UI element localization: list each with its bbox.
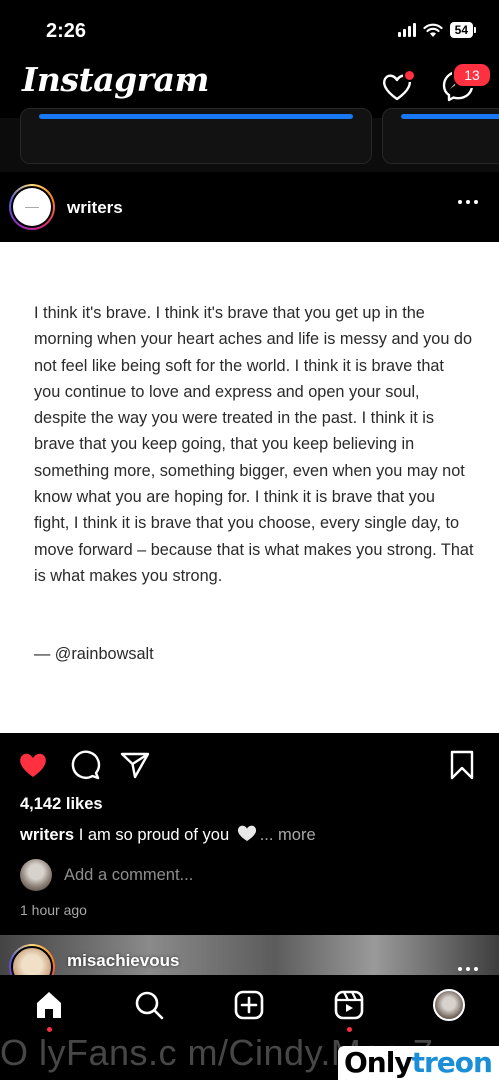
post-actions (0, 733, 499, 793)
create-icon[interactable] (233, 989, 265, 1021)
watermark-logo-accent: treon (411, 1046, 493, 1079)
add-comment-row[interactable]: Add a comment... (20, 858, 193, 892)
reels-icon[interactable] (333, 989, 365, 1021)
caption-username[interactable]: writers (20, 826, 74, 844)
caption-text: I am so proud of you (78, 826, 230, 844)
bookmark-icon[interactable] (446, 749, 478, 781)
heart-filled-icon[interactable] (17, 749, 49, 781)
next-post-header: misachievous (0, 935, 499, 975)
instagram-logo[interactable]: Instagram (22, 60, 209, 99)
suggestion-card[interactable] (382, 108, 499, 164)
follow-button[interactable] (401, 114, 499, 119)
suggestions-strip (0, 108, 499, 172)
watermark-logo-main: Only (344, 1046, 413, 1079)
post-username[interactable]: writers (67, 198, 123, 218)
home-icon[interactable] (33, 989, 65, 1021)
wifi-icon (423, 23, 443, 37)
post-header: writers (0, 172, 499, 242)
battery-indicator: 54 (449, 22, 477, 38)
next-post-username[interactable]: misachievous (67, 951, 179, 971)
white-heart-emoji-icon (237, 825, 256, 841)
add-comment-input[interactable]: Add a comment... (64, 866, 193, 885)
comment-icon[interactable] (69, 749, 101, 781)
watermark-logo: Onlytreon (338, 1046, 499, 1080)
suggestion-card[interactable] (20, 108, 372, 164)
likes-count[interactable]: 4,142 likes (20, 795, 103, 814)
status-time: 2:26 (46, 20, 87, 42)
next-post-avatar[interactable] (9, 944, 55, 975)
quote-author: — @rainbowsalt (34, 645, 154, 663)
share-icon[interactable] (119, 749, 151, 781)
messages-badge: 13 (452, 62, 492, 88)
search-icon[interactable] (133, 989, 165, 1021)
post-avatar[interactable] (9, 184, 55, 230)
chevron-down-icon[interactable] (182, 78, 196, 88)
more-options-icon[interactable] (458, 200, 478, 204)
post-timestamp: 1 hour ago (20, 902, 87, 918)
cellular-signal-icon (397, 23, 416, 37)
follow-button[interactable] (39, 114, 353, 119)
user-avatar (20, 859, 52, 891)
status-bar: 2:26 54 (0, 0, 499, 56)
caption-more-link[interactable]: ... more (260, 826, 316, 844)
status-indicators: 54 (397, 22, 477, 38)
notification-dot (403, 69, 416, 82)
profile-avatar[interactable] (433, 989, 465, 1021)
post-caption: writers I am so proud of you ... more (20, 824, 316, 845)
post-image[interactable]: I think it's brave. I think it's brave t… (0, 242, 499, 733)
quote-text: I think it's brave. I think it's brave t… (34, 304, 474, 585)
more-options-icon[interactable] (458, 967, 478, 971)
